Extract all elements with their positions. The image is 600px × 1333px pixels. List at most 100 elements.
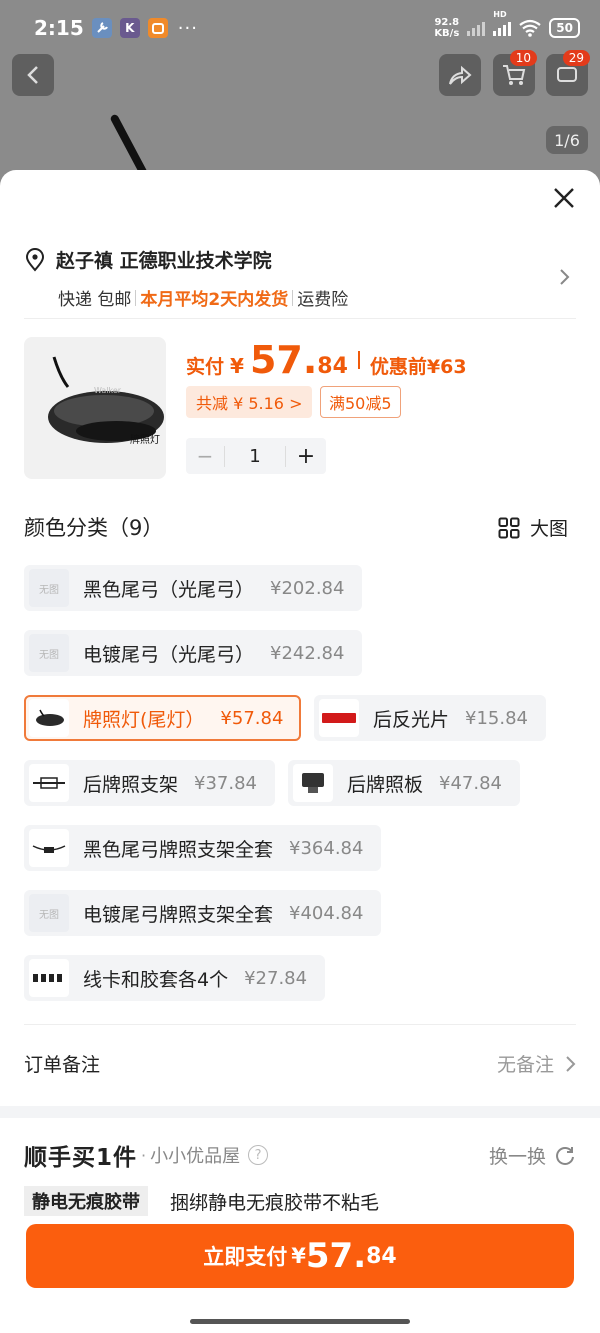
- section-gap: [0, 1106, 600, 1118]
- variant-price: ¥37.84: [194, 772, 257, 794]
- variant-name: 电镀尾弓牌照支架全套: [83, 903, 274, 926]
- shipping-insurance: 运费险: [297, 290, 349, 310]
- variant-name: 后反光片: [373, 708, 450, 731]
- no-image-placeholder: 无图: [29, 569, 69, 607]
- big-view-button[interactable]: 大图: [498, 514, 568, 541]
- addon-item-tag: 静电无痕胶带: [24, 1186, 148, 1216]
- variant-name: 后牌照板: [347, 773, 424, 796]
- messages-button[interactable]: 29: [546, 50, 590, 96]
- address-row[interactable]: 赵子禛 正德职业技术学院 快递 包邮 本月平均2天内发货 运费险: [24, 246, 576, 310]
- divider: [24, 318, 576, 319]
- addon-header: 顺手买1件 · 小小优品屋 ? 换一换: [24, 1138, 576, 1172]
- variant-option[interactable]: 无图 电镀尾弓（光尾弓） ¥242.84: [24, 630, 363, 676]
- pay-amount-integer: 57.: [305, 1236, 367, 1276]
- shop-app-icon: [147, 18, 168, 38]
- price-label: 实付: [186, 356, 225, 378]
- addon-dot: ·: [141, 1145, 147, 1165]
- variant-price: ¥404.84: [289, 902, 364, 924]
- status-time: 2:15: [34, 16, 84, 40]
- variant-name: 电镀尾弓（光尾弓）: [83, 643, 255, 666]
- message-icon: [557, 67, 577, 82]
- pay-amount-decimal: 84: [366, 1243, 397, 1269]
- delivery-time: 本月平均2天内发货: [140, 290, 289, 310]
- plate-board-icon: [293, 764, 333, 802]
- status-bar: 2:15 K ··· 92.8 KB/s HD 50: [0, 0, 600, 56]
- wrench-app-icon: [91, 18, 112, 38]
- promo-chip: 满50减5: [320, 386, 401, 418]
- svg-text:Walker: Walker: [94, 386, 122, 395]
- no-image-placeholder: 无图: [29, 894, 69, 932]
- no-image-placeholder: 无图: [29, 634, 69, 672]
- price-currency: ¥: [230, 354, 244, 378]
- addon-brand: 顺手买1件: [24, 1145, 138, 1171]
- decrease-button[interactable]: −: [186, 444, 224, 468]
- original-price: 优惠前¥63: [369, 356, 467, 378]
- variant-price: ¥47.84: [439, 772, 502, 794]
- variant-name: 线卡和胶套各4个: [83, 968, 229, 991]
- sku-sheet: 赵子禛 正德职业技术学院 快递 包邮 本月平均2天内发货 运费险 Walker …: [0, 170, 600, 1333]
- location-pin-icon: [25, 247, 45, 272]
- quantity-value[interactable]: 1: [224, 445, 286, 467]
- variant-name: 黑色尾弓牌照支架全套: [83, 838, 274, 861]
- variant-option-selected[interactable]: 牌照灯(尾灯） ¥57.84: [24, 695, 302, 741]
- quantity-stepper: − 1 +: [186, 438, 326, 474]
- variant-price: ¥57.84: [220, 707, 284, 729]
- address-name: 赵子禛 正德职业技术学院: [56, 250, 272, 272]
- divider: [135, 289, 137, 306]
- cart-badge: 10: [509, 50, 537, 66]
- variant-name: 后牌照支架: [83, 773, 179, 796]
- close-icon: [554, 188, 574, 208]
- variant-price: ¥27.84: [244, 967, 308, 989]
- order-note-row[interactable]: 订单备注 无备注: [24, 1050, 576, 1077]
- swap-label: 换一换: [488, 1145, 546, 1168]
- messages-badge: 29: [562, 50, 590, 66]
- variant-option[interactable]: 后牌照板 ¥47.84: [288, 760, 520, 806]
- help-icon[interactable]: ?: [248, 1145, 269, 1165]
- variant-option[interactable]: 线卡和胶套各4个 ¥27.84: [24, 955, 326, 1001]
- discount-detail-chip[interactable]: 共减 ¥ 5.16 >: [186, 386, 313, 418]
- price-decimal: 84: [317, 354, 348, 379]
- variant-option[interactable]: 后反光片 ¥15.84: [314, 695, 546, 741]
- swap-button[interactable]: 换一换: [489, 1142, 576, 1169]
- product-thumbnail[interactable]: Walker 牌照灯: [24, 337, 166, 479]
- pay-now-button[interactable]: 立即支付 ¥ 57. 84: [26, 1224, 574, 1288]
- share-button[interactable]: [439, 54, 481, 96]
- variant-price: ¥364.84: [289, 837, 364, 859]
- variant-option[interactable]: 无图 黑色尾弓（光尾弓） ¥202.84: [24, 565, 363, 611]
- order-note-label: 订单备注: [24, 1054, 101, 1076]
- variant-price: ¥202.84: [270, 577, 345, 599]
- pay-currency: ¥: [291, 1244, 306, 1268]
- reflector-icon: [319, 699, 359, 737]
- more-notifications-icon: ···: [177, 17, 198, 39]
- variant-option[interactable]: 后牌照支架 ¥37.84: [24, 760, 275, 806]
- grid-icon: [498, 517, 520, 538]
- battery-indicator: 50: [549, 18, 580, 38]
- cart-button[interactable]: 10: [493, 50, 537, 96]
- net-speed: 92.8 KB/s: [434, 17, 460, 39]
- refresh-icon: [556, 1147, 574, 1165]
- share-icon: [449, 65, 472, 85]
- big-view-label: 大图: [530, 518, 569, 540]
- signal-hd-icon: HD: [493, 10, 512, 36]
- image-pager: 1/6: [546, 126, 588, 154]
- license-plate-light-image: Walker 牌照灯: [48, 356, 164, 446]
- close-button[interactable]: [550, 184, 578, 212]
- variant-option[interactable]: 黑色尾弓牌照支架全套 ¥364.84: [24, 825, 382, 871]
- divider: [357, 351, 360, 369]
- variant-option[interactable]: 无图 电镀尾弓牌照支架全套 ¥404.84: [24, 890, 382, 936]
- shipping-method: 快递 包邮: [58, 290, 132, 310]
- home-indicator[interactable]: [190, 1319, 410, 1324]
- chevron-left-icon: [27, 66, 38, 84]
- plate-bracket-icon: [29, 764, 69, 802]
- increase-button[interactable]: +: [286, 444, 326, 469]
- chevron-right-icon: [566, 1055, 576, 1072]
- addon-item[interactable]: 静电无痕胶带 捆绑静电无痕胶带不粘毛: [24, 1186, 379, 1216]
- variant-section-title: 颜色分类（9）: [24, 516, 164, 540]
- full-kit-icon: [29, 829, 69, 867]
- back-button[interactable]: [12, 54, 54, 96]
- cable-clips-icon: [29, 959, 69, 997]
- variant-name: 黑色尾弓（光尾弓）: [83, 578, 255, 601]
- addon-shop-name: 小小优品屋: [150, 1146, 241, 1167]
- chevron-right-icon: [560, 269, 570, 285]
- price-line: 实付 ¥ 57. 84 优惠前¥63: [186, 338, 467, 382]
